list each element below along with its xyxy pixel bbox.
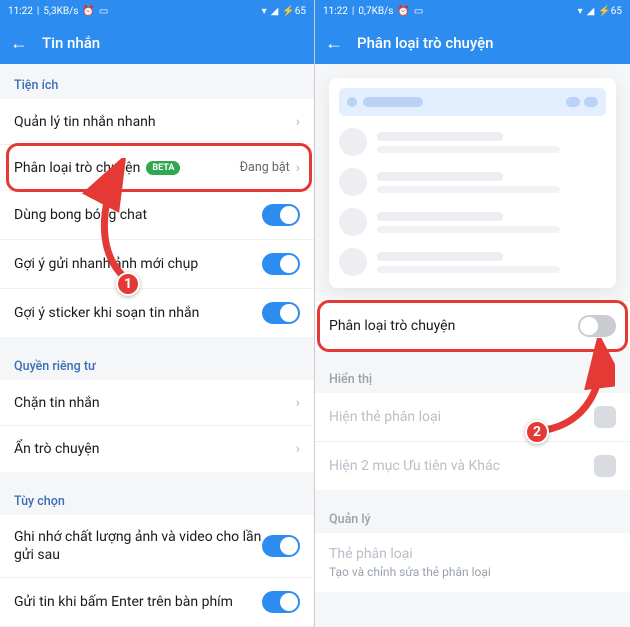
status-bar: 11:22 | 5,3KB/s ⏰ ▭ ▾ ◢ ⚡65 [0, 0, 314, 22]
row-bubble-chat[interactable]: Dùng bong bóng chat [0, 191, 314, 240]
tutorial-callout-2: 2 [525, 420, 549, 444]
beta-badge: BETA [146, 161, 180, 175]
wifi-icon: ▾ [262, 6, 267, 17]
row-label: Chặn tin nhắn [14, 395, 296, 411]
header-title: Phân loại trò chuyện [357, 34, 494, 52]
toggle-classify-chat[interactable] [578, 315, 616, 337]
phone-right-screen: 11:22 | 0,7KB/s ⏰ ▭ ▾ ◢ ⚡65 ← Phân loại … [315, 0, 630, 627]
toggle-suggest-photo[interactable] [262, 253, 300, 275]
section-options-title: Tùy chọn [0, 480, 314, 515]
row-hide-chat[interactable]: Ẩn trò chuyện › [0, 426, 314, 472]
status-speed: 5,3KB/s [43, 6, 78, 17]
row-label: Gửi tin khi bấm Enter trên bàn phím [14, 594, 262, 610]
phone-left-screen: 11:22 | 5,3KB/s ⏰ ▭ ▾ ◢ ⚡65 ← Tin nhắn T… [0, 0, 315, 627]
app-icon: ▭ [414, 6, 423, 17]
chevron-right-icon: › [296, 441, 300, 457]
toggle-enter-send[interactable] [262, 591, 300, 613]
checkbox-show-two [594, 455, 616, 477]
wifi-icon: ▾ [578, 6, 583, 17]
row-label: Thẻ phân loại [329, 546, 413, 562]
status-speed: 0,7KB/s [358, 6, 393, 17]
battery-icon: ⚡65 [282, 6, 306, 17]
toggle-suggest-sticker[interactable] [262, 302, 300, 324]
status-bar: 11:22 | 0,7KB/s ⏰ ▭ ▾ ◢ ⚡65 [315, 0, 630, 22]
section-manage-title: Quản lý [315, 498, 630, 533]
chevron-right-icon: › [296, 160, 300, 176]
row-show-priority-other: Hiện 2 mục Ưu tiên và Khác [315, 442, 630, 490]
status-time: 11:22 [323, 6, 348, 17]
row-quick-messages[interactable]: Quản lý tin nhắn nhanh › [0, 99, 314, 145]
row-label: Ẩn trò chuyện [14, 441, 296, 457]
chevron-right-icon: › [296, 395, 300, 411]
row-enter-send[interactable]: Gửi tin khi bấm Enter trên bàn phím [0, 578, 314, 627]
row-block-messages[interactable]: Chặn tin nhắn › [0, 380, 314, 426]
row-label: Phân loại trò chuyện [329, 318, 578, 334]
signal-icon: ◢ [271, 6, 279, 17]
row-status: Đang bật [240, 160, 290, 175]
alarm-icon: ⏰ [82, 6, 94, 17]
header-title: Tin nhắn [42, 34, 100, 52]
app-header: ← Phân loại trò chuyện [315, 22, 630, 64]
section-privacy-title: Quyền riêng tư [0, 345, 314, 380]
row-remember-quality[interactable]: Ghi nhớ chất lượng ảnh và video cho lần … [0, 515, 314, 578]
battery-icon: ⚡65 [598, 6, 622, 17]
toggle-bubble[interactable] [262, 204, 300, 226]
alarm-icon: ⏰ [397, 6, 409, 17]
row-label: Quản lý tin nhắn nhanh [14, 114, 296, 130]
tutorial-callout-1: 1 [116, 272, 140, 296]
row-sublabel: Tạo và chỉnh sửa thẻ phân loại [329, 565, 491, 579]
row-suggest-sticker[interactable]: Gợi ý sticker khi soạn tin nhắn [0, 289, 314, 337]
signal-icon: ◢ [587, 6, 595, 17]
back-icon[interactable]: ← [10, 33, 28, 54]
row-manage-tags: Thẻ phân loại Tạo và chỉnh sửa thẻ phân … [315, 533, 630, 592]
toggle-remember-quality[interactable] [262, 535, 300, 557]
tutorial-arrow-1 [78, 158, 150, 288]
classification-preview [329, 78, 616, 288]
row-label: Gợi ý sticker khi soạn tin nhắn [14, 305, 262, 321]
back-icon[interactable]: ← [325, 33, 343, 54]
app-header: ← Tin nhắn [0, 22, 314, 64]
row-classify-chat[interactable]: Phân loại trò chuyện BETA Đang bật › [0, 145, 314, 191]
row-label: Hiện 2 mục Ưu tiên và Khác [329, 458, 594, 474]
row-label: Ghi nhớ chất lượng ảnh và video cho lần … [14, 528, 262, 564]
row-suggest-photo[interactable]: Gợi ý gửi nhanh ảnh mới chụp [0, 240, 314, 289]
chevron-right-icon: › [296, 114, 300, 130]
section-utilities-title: Tiện ích [0, 64, 314, 99]
status-time: 11:22 [8, 6, 33, 17]
app-icon: ▭ [99, 6, 108, 17]
